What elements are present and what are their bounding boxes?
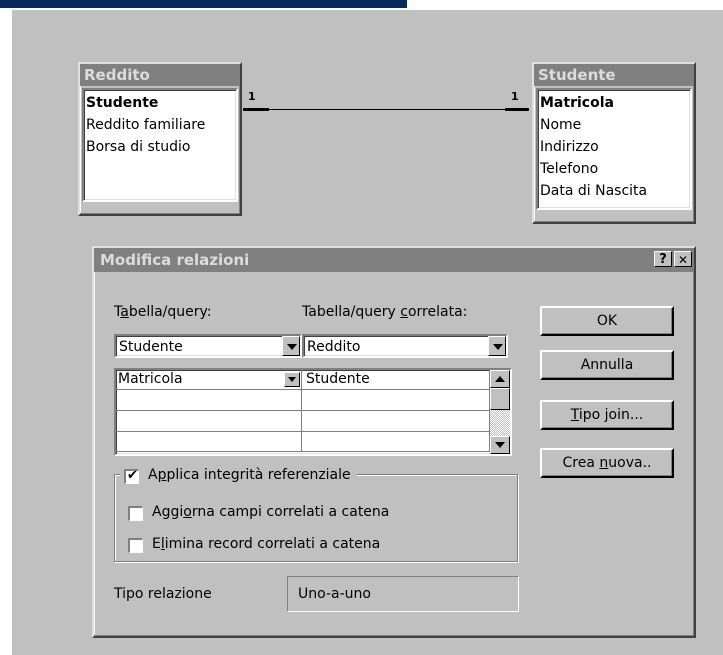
help-button[interactable]: ?	[654, 251, 672, 267]
related-table-select[interactable]: Reddito	[302, 334, 508, 358]
related-table-label: Tabella/query correlata:	[302, 304, 468, 320]
dialog-title: Modifica relazioni	[100, 251, 250, 269]
table-studente[interactable]: Studente Matricola Nome Indirizzo Telefo…	[532, 62, 696, 224]
field-item[interactable]: Indirizzo	[540, 136, 688, 158]
grid-scrollbar[interactable]	[490, 370, 510, 454]
scroll-up-button[interactable]	[490, 370, 510, 388]
field-item[interactable]: Nome	[540, 114, 688, 136]
related-table-dropdown-button[interactable]	[488, 336, 506, 356]
close-button[interactable]: ✕	[674, 251, 692, 267]
create-new-button[interactable]: Crea nuova..	[540, 448, 674, 478]
table-query-value: Studente	[119, 339, 183, 355]
field-item[interactable]: Reddito familiare	[86, 114, 234, 136]
grid-cell[interactable]: Studente	[302, 370, 490, 390]
table-reddito[interactable]: Reddito Studente Reddito familiare Borsa…	[78, 62, 242, 216]
chevron-down-icon	[493, 344, 503, 350]
ok-button[interactable]: OK	[540, 306, 674, 336]
table-studente-title[interactable]: Studente	[534, 64, 694, 86]
relation-type-value: Uno-a-uno	[298, 586, 371, 602]
grid-cell[interactable]	[302, 390, 490, 411]
cardinality-left: 1	[248, 90, 256, 103]
table-query-select[interactable]: Studente	[114, 334, 302, 358]
cascade-delete-checkbox[interactable]	[128, 538, 143, 553]
table-query-label: Tabella/query:	[114, 304, 212, 320]
relation-end-left	[243, 108, 269, 111]
chevron-down-icon	[288, 377, 296, 382]
field-item[interactable]: Studente	[86, 92, 234, 114]
relationships-canvas: Reddito Studente Reddito familiare Borsa…	[12, 10, 723, 655]
grid-cell[interactable]	[302, 432, 490, 452]
relation-type-box: Uno-a-uno	[287, 576, 519, 612]
cancel-button[interactable]: Annulla	[540, 350, 674, 380]
relation-type-label: Tipo relazione	[114, 586, 212, 602]
dialog-title-bar: Modifica relazioni ? ✕	[94, 248, 694, 272]
table-studente-fields[interactable]: Matricola Nome Indirizzo Telefono Data d…	[536, 88, 692, 210]
field-item[interactable]: Borsa di studio	[86, 136, 234, 158]
grid-cell[interactable]	[302, 411, 490, 432]
check-icon: ✔	[127, 468, 138, 483]
grid-cell-text: Matricola	[118, 371, 183, 387]
grid-dropdown-button[interactable]	[284, 372, 300, 387]
cascade-update-checkbox[interactable]	[128, 506, 143, 521]
field-item[interactable]: Data di Nascita	[540, 180, 688, 202]
relation-line[interactable]	[269, 109, 505, 110]
join-type-button[interactable]: Tipo join...	[540, 400, 674, 430]
close-icon: ✕	[677, 253, 689, 267]
grid-cell[interactable]	[116, 390, 302, 411]
field-item[interactable]: Matricola	[540, 92, 688, 114]
chevron-down-icon	[287, 344, 297, 350]
top-accent-bar	[0, 0, 407, 8]
scroll-thumb[interactable]	[490, 388, 510, 410]
fields-grid[interactable]: Matricola Studente	[114, 368, 512, 456]
grid-cell[interactable]	[116, 411, 302, 432]
chevron-up-icon	[495, 376, 505, 382]
enforce-integrity-checkbox[interactable]: ✔	[124, 468, 139, 484]
enforce-integrity-label: Applica integrità referenziale	[148, 467, 351, 483]
table-reddito-fields[interactable]: Studente Reddito familiare Borsa di stud…	[82, 88, 238, 202]
related-table-value: Reddito	[307, 339, 361, 355]
grid-cell-text: Studente	[306, 371, 370, 387]
table-query-dropdown-button[interactable]	[282, 336, 300, 356]
field-item[interactable]: Telefono	[540, 158, 688, 180]
grid-cell[interactable]	[116, 432, 302, 452]
table-reddito-title[interactable]: Reddito	[80, 64, 240, 86]
relation-end-right	[505, 108, 529, 111]
grid-cell[interactable]: Matricola	[116, 370, 302, 390]
cardinality-right: 1	[511, 90, 519, 103]
edit-relationships-dialog: Modifica relazioni ? ✕ Tabella/query: Ta…	[92, 246, 696, 638]
chevron-down-icon	[495, 442, 505, 448]
enforce-integrity-option[interactable]: ✔ Applica integrità referenziale Applica…	[120, 466, 357, 486]
cascade-update-label: Aggiorna campi correlati a catena	[152, 504, 390, 520]
scroll-down-button[interactable]	[490, 436, 510, 454]
cascade-delete-label: Elimina record correlati a catena	[152, 536, 381, 552]
